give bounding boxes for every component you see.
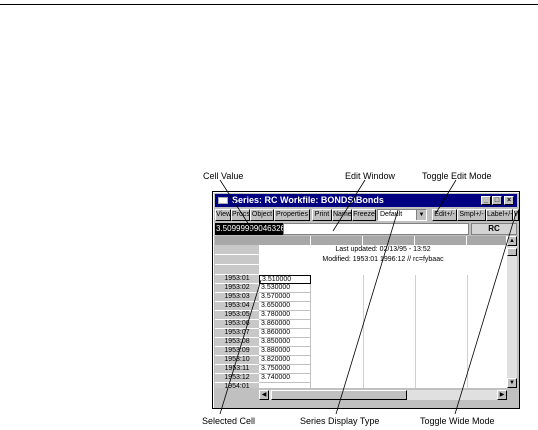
- value-cell[interactable]: 3.860000: [259, 329, 311, 338]
- value-cell[interactable]: 3.860000: [259, 320, 311, 329]
- view-button[interactable]: View: [215, 209, 231, 221]
- table-row: 1953:08 3.850000: [215, 338, 507, 347]
- table-row: 1953:04 3.650000: [215, 302, 507, 311]
- edit-toggle-button[interactable]: Edit+/-: [432, 209, 457, 221]
- callout-edit-window: Edit Window: [345, 171, 396, 181]
- modified-text: Modified: 1953:01 1996:12 // rc=fybaac: [322, 256, 444, 263]
- maximize-button[interactable]: □: [492, 196, 502, 205]
- series-window: Series: RC Workfile: BONDS\Bonds _ □ × V…: [212, 191, 520, 409]
- row-header-date[interactable]: 1953:01: [215, 275, 259, 284]
- value-cell[interactable]: 3.530000: [259, 284, 311, 293]
- table-row: 1954:01: [215, 383, 507, 388]
- horizontal-scrollbar[interactable]: ◀ ▶: [259, 390, 507, 400]
- row-header-date[interactable]: 1954:01: [215, 383, 259, 388]
- callout-toggle-wide-mode: Toggle Wide Mode: [420, 416, 495, 426]
- name-button[interactable]: Name: [332, 209, 352, 221]
- grid-corner: [215, 236, 259, 245]
- row-header-date[interactable]: 1953:03: [215, 293, 259, 302]
- row-header-date[interactable]: 1953:12: [215, 374, 259, 383]
- column-header[interactable]: [259, 236, 311, 245]
- column-header[interactable]: [467, 236, 507, 245]
- object-button[interactable]: Object: [250, 209, 274, 221]
- selected-cell[interactable]: 3.510000: [259, 275, 311, 284]
- callout-series-display-type: Series Display Type: [300, 416, 380, 426]
- scroll-right-icon[interactable]: ▶: [497, 390, 507, 400]
- row-header-date[interactable]: 1953:07: [215, 329, 259, 338]
- series-header: Last updated: 02/13/95 - 13:52 Modified:…: [259, 245, 507, 275]
- value-cell[interactable]: 3.750000: [259, 365, 311, 374]
- table-row: 1953:02 3.530000: [215, 284, 507, 293]
- table-row: 1953:11 3.750000: [215, 365, 507, 374]
- table-row: 1953:07 3.860000: [215, 329, 507, 338]
- callout-selected-cell: Selected Cell: [202, 416, 256, 426]
- procs-button[interactable]: Procs: [231, 209, 250, 221]
- value-cell[interactable]: 3.850000: [259, 338, 311, 347]
- cell-value-field[interactable]: 3.50999999046326: [215, 223, 285, 235]
- value-cell[interactable]: 3.740000: [259, 374, 311, 383]
- value-cell[interactable]: 3.820000: [259, 356, 311, 365]
- display-type-dropdown[interactable]: Default ▼: [377, 209, 427, 221]
- horizontal-scroll-thumb[interactable]: [271, 390, 407, 400]
- table-row: 1953:03 3.570000: [215, 293, 507, 302]
- value-cell[interactable]: 3.880000: [259, 347, 311, 356]
- row-header-date[interactable]: 1953:09: [215, 347, 259, 356]
- value-cell[interactable]: 3.650000: [259, 302, 311, 311]
- table-row: 1953:05 3.780000: [215, 311, 507, 320]
- row-header-date[interactable]: 1953:04: [215, 302, 259, 311]
- vertical-scroll-thumb[interactable]: [507, 248, 517, 256]
- properties-button[interactable]: Properties: [274, 209, 310, 221]
- spreadsheet-grid: Last updated: 02/13/95 - 13:52 Modified:…: [215, 236, 507, 388]
- row-header-date[interactable]: 1953:11: [215, 365, 259, 374]
- scroll-up-icon[interactable]: ▲: [507, 236, 517, 246]
- minimize-button[interactable]: _: [481, 196, 491, 205]
- window-icon: [218, 197, 228, 204]
- callout-cell-value: Cell Value: [203, 171, 244, 181]
- table-row: 1953:10 3.820000: [215, 356, 507, 365]
- close-button[interactable]: ×: [504, 196, 514, 205]
- edit-bar: 3.50999999046326 RC: [215, 223, 517, 235]
- edit-window-field[interactable]: [283, 223, 469, 235]
- toolbar: View Procs Object Properties Print Name …: [215, 209, 519, 222]
- value-cell[interactable]: 3.570000: [259, 293, 311, 302]
- last-updated-text: Last updated: 02/13/95 - 13:52: [335, 246, 431, 253]
- row-header-date[interactable]: 1953:06: [215, 320, 259, 329]
- vertical-scrollbar[interactable]: ▲ ▼: [507, 236, 517, 388]
- callout-toggle-edit-mode: Toggle Edit Mode: [422, 171, 492, 181]
- column-header[interactable]: [311, 236, 363, 245]
- chevron-down-icon[interactable]: ▼: [416, 210, 426, 220]
- scroll-down-icon[interactable]: ▼: [507, 378, 517, 388]
- value-cell[interactable]: 3.780000: [259, 311, 311, 320]
- series-name-badge: RC: [471, 223, 517, 235]
- freeze-button[interactable]: Freeze: [352, 209, 376, 221]
- column-header[interactable]: [415, 236, 467, 245]
- title-bar[interactable]: Series: RC Workfile: BONDS\Bonds _ □ ×: [215, 194, 517, 207]
- wide-toggle-button[interactable]: W: [513, 209, 519, 221]
- row-header-blank: [215, 265, 259, 275]
- scroll-left-icon[interactable]: ◀: [259, 390, 269, 400]
- row-header-blank: [215, 245, 259, 255]
- table-row: 1953:12 3.740000: [215, 374, 507, 383]
- row-header-date[interactable]: 1953:10: [215, 356, 259, 365]
- top-rule: [0, 4, 538, 5]
- row-header-blank: [215, 255, 259, 265]
- row-header-date[interactable]: 1953:05: [215, 311, 259, 320]
- table-row: 1953:06 3.860000: [215, 320, 507, 329]
- display-type-value: Default: [380, 211, 403, 218]
- column-header[interactable]: [363, 236, 415, 245]
- smpl-toggle-button[interactable]: Smpl+/-: [457, 209, 486, 221]
- table-row: 1953:01 3.510000: [215, 275, 507, 284]
- row-header-date[interactable]: 1953:02: [215, 284, 259, 293]
- table-row: 1953:09 3.880000: [215, 347, 507, 356]
- label-toggle-button[interactable]: Label+/-: [486, 209, 513, 221]
- window-title: Series: RC Workfile: BONDS\Bonds: [232, 195, 384, 205]
- print-button[interactable]: Print: [312, 209, 332, 221]
- value-cell[interactable]: [259, 383, 311, 388]
- row-header-date[interactable]: 1953:08: [215, 338, 259, 347]
